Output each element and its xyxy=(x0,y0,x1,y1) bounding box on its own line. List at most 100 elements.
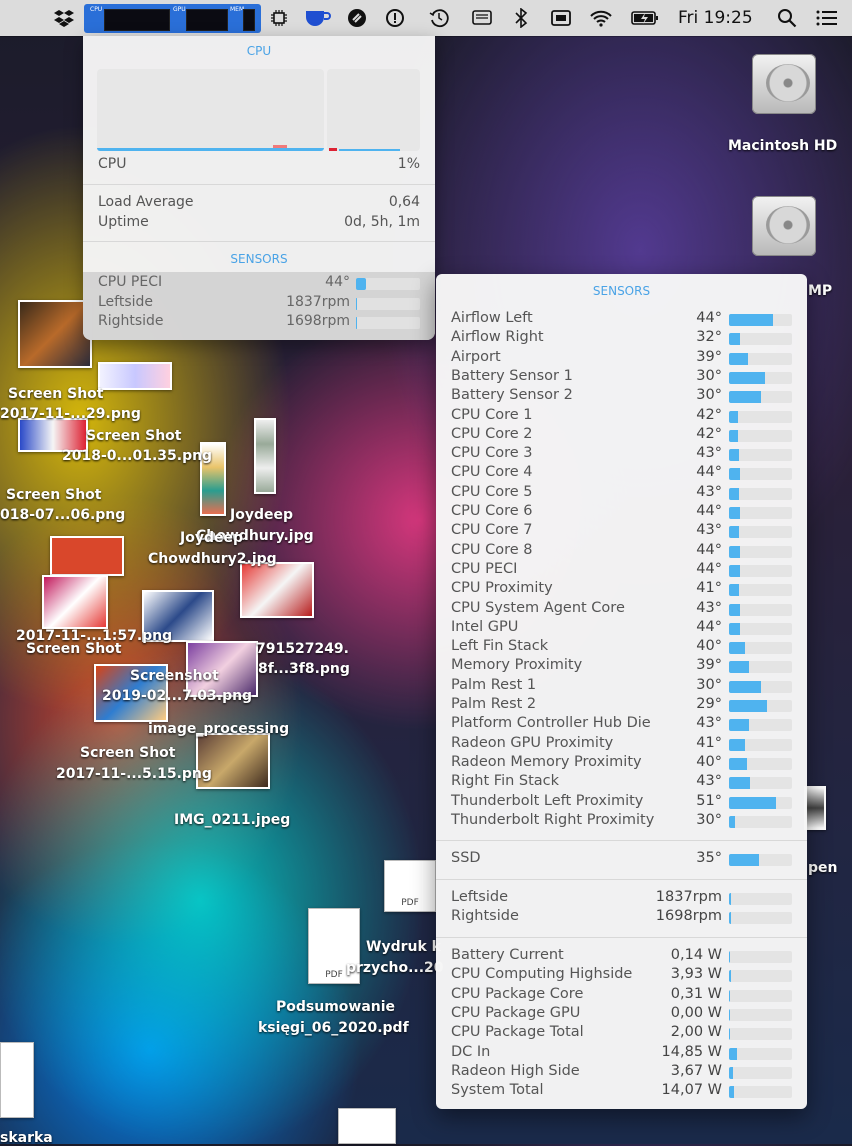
file-label[interactable]: Screen Shot xyxy=(86,428,181,444)
document-file-icon[interactable] xyxy=(0,1042,34,1118)
sensor-value: 44° xyxy=(696,560,722,577)
file-label[interactable]: Wydruk k xyxy=(366,939,441,955)
divider xyxy=(83,184,435,185)
time-machine-icon[interactable] xyxy=(426,0,452,36)
sensor-row: Right Fin Stack 43° xyxy=(451,773,792,792)
file-thumbnail[interactable] xyxy=(254,418,276,494)
info-icon[interactable] xyxy=(382,0,408,36)
file-thumbnail[interactable] xyxy=(18,300,92,368)
sensor-level-bar xyxy=(729,352,792,365)
sensor-level-fill xyxy=(729,738,745,751)
sensor-level-bar xyxy=(729,468,792,481)
sensor-value: 30° xyxy=(696,811,722,828)
sensor-level-bar xyxy=(729,680,792,693)
bluetooth-icon[interactable] xyxy=(508,0,534,36)
sensor-level-bar xyxy=(729,333,792,346)
sensors-mini-list[interactable]: CPU PECI 44° Leftside 1837rpm Rightside 1698r… xyxy=(83,272,435,340)
file-thumbnail[interactable] xyxy=(804,786,826,830)
sensor-level-bar xyxy=(729,854,792,866)
mem-stat-label: MEM xyxy=(230,6,245,13)
sync-icon[interactable] xyxy=(344,0,370,36)
file-thumbnail[interactable] xyxy=(50,536,124,576)
file-label[interactable]: Joydeep xyxy=(230,507,293,523)
sensor-name: Memory Proximity xyxy=(451,657,583,674)
cpu-stat-graph[interactable] xyxy=(104,9,170,31)
file-label[interactable]: Screenshot xyxy=(130,668,219,684)
sensor-value: 29° xyxy=(696,696,722,712)
display-icon[interactable] xyxy=(469,0,495,36)
sensor-value: 1837rpm xyxy=(655,889,722,905)
sensor-level-bar xyxy=(729,622,792,635)
file-label[interactable]: księgi_06_2020.pdf xyxy=(258,1020,409,1036)
file-label[interactable]: Chowdhury2.jpg xyxy=(148,551,277,567)
file-thumbnail[interactable] xyxy=(18,418,88,452)
file-label[interactable]: Joydeep xyxy=(180,530,243,546)
sensor-level-fill xyxy=(729,391,761,404)
file-label[interactable]: przycho...20 xyxy=(346,960,444,976)
sensor-row: Airflow Left 44° xyxy=(451,310,792,329)
wifi-icon[interactable] xyxy=(588,0,614,36)
document-file-icon[interactable] xyxy=(338,1108,396,1144)
screen-mirror-icon[interactable] xyxy=(548,0,574,36)
file-label[interactable]: 2019-02...7.03.png xyxy=(102,688,252,704)
sensors-section-title[interactable]: SENSORS xyxy=(83,252,435,266)
sensor-level-fill xyxy=(729,893,731,905)
list-icon[interactable] xyxy=(814,0,840,36)
cpu-section-title: CPU xyxy=(246,44,272,58)
drive-icon[interactable] xyxy=(748,190,820,262)
sensor-name: CPU Core 7 xyxy=(451,522,533,539)
sensor-row: Airport 39° xyxy=(451,349,792,368)
file-label[interactable]: 8f...3f8.png xyxy=(258,661,350,677)
file-label[interactable]: Podsumowanie xyxy=(276,999,395,1015)
file-thumbnail[interactable] xyxy=(98,362,172,390)
file-label[interactable]: 2017-11-...5.15.png xyxy=(56,766,212,782)
file-label[interactable]: 2017-11-...29.png xyxy=(0,406,141,422)
sensor-row: Rightside 1698rpm xyxy=(451,908,792,927)
sensor-row: Platform Controller Hub Die 43° xyxy=(451,715,792,734)
sensor-name: Thunderbolt Right Proximity xyxy=(451,811,655,828)
file-label[interactable]: 2017-11-...1:57.png xyxy=(16,628,172,644)
search-icon[interactable] xyxy=(775,0,799,36)
sensor-name: Thunderbolt Left Proximity xyxy=(451,792,644,809)
sensor-name: Leftside xyxy=(98,293,154,310)
drive-label[interactable]: Macintosh HD xyxy=(728,138,837,154)
file-thumbnail[interactable] xyxy=(240,562,314,618)
sensor-level-fill xyxy=(729,564,740,577)
sensor-level-fill xyxy=(729,371,765,384)
coffee-cup-icon[interactable] xyxy=(302,0,334,36)
file-label[interactable]: 018-07...06.png xyxy=(0,507,125,523)
sensor-value: 43° xyxy=(696,522,722,539)
gpu-stat-graph[interactable] xyxy=(186,9,228,31)
sensor-level-bar xyxy=(729,893,792,905)
battery-charging-icon[interactable] xyxy=(630,0,660,36)
mem-stat-graph[interactable] xyxy=(243,9,255,31)
sensor-row: CPU Package Total 2,00 W xyxy=(451,1024,792,1043)
file-thumbnail[interactable] xyxy=(42,575,108,629)
sensor-value: 1698rpm xyxy=(655,908,722,925)
load-average-row: Load Average 0,64 xyxy=(98,194,420,210)
pdf-file-icon[interactable]: PDF xyxy=(384,860,436,912)
sensor-value: 35° xyxy=(696,850,722,866)
drive-icon[interactable] xyxy=(748,48,820,120)
file-label[interactable]: Screen Shot xyxy=(8,386,103,402)
file-label[interactable]: 2018-0...01.35.png xyxy=(62,448,212,464)
sensors-panel-title: SENSORS xyxy=(592,284,651,298)
sensor-value: 40° xyxy=(696,753,722,770)
file-label[interactable]: Screen Shot xyxy=(6,487,101,503)
file-label[interactable]: image_processing xyxy=(148,721,289,737)
file-label[interactable]: Screen Shot xyxy=(80,745,175,761)
dropbox-icon[interactable] xyxy=(50,0,78,36)
sensors-detail-panel: SENSORS Airflow Left 44° Airflow Right 32° A… xyxy=(436,274,807,1109)
sensor-level-fill xyxy=(729,1047,737,1060)
menubar-clock[interactable]: Fri 19:25 xyxy=(678,0,753,36)
file-label[interactable]: 791527249. xyxy=(256,641,349,657)
sensor-value: 41° xyxy=(696,580,722,597)
sensor-level-fill xyxy=(729,314,774,326)
cpu-chip-icon[interactable] xyxy=(266,0,292,36)
sensor-value: 30° xyxy=(696,367,722,384)
file-label[interactable]: IMG_0211.jpeg xyxy=(174,812,290,828)
file-label[interactable]: pen xyxy=(808,860,837,876)
drive-label[interactable]: MP xyxy=(808,283,832,299)
sensor-name: Airport xyxy=(451,348,501,365)
sensor-value: 1698rpm xyxy=(286,313,350,329)
